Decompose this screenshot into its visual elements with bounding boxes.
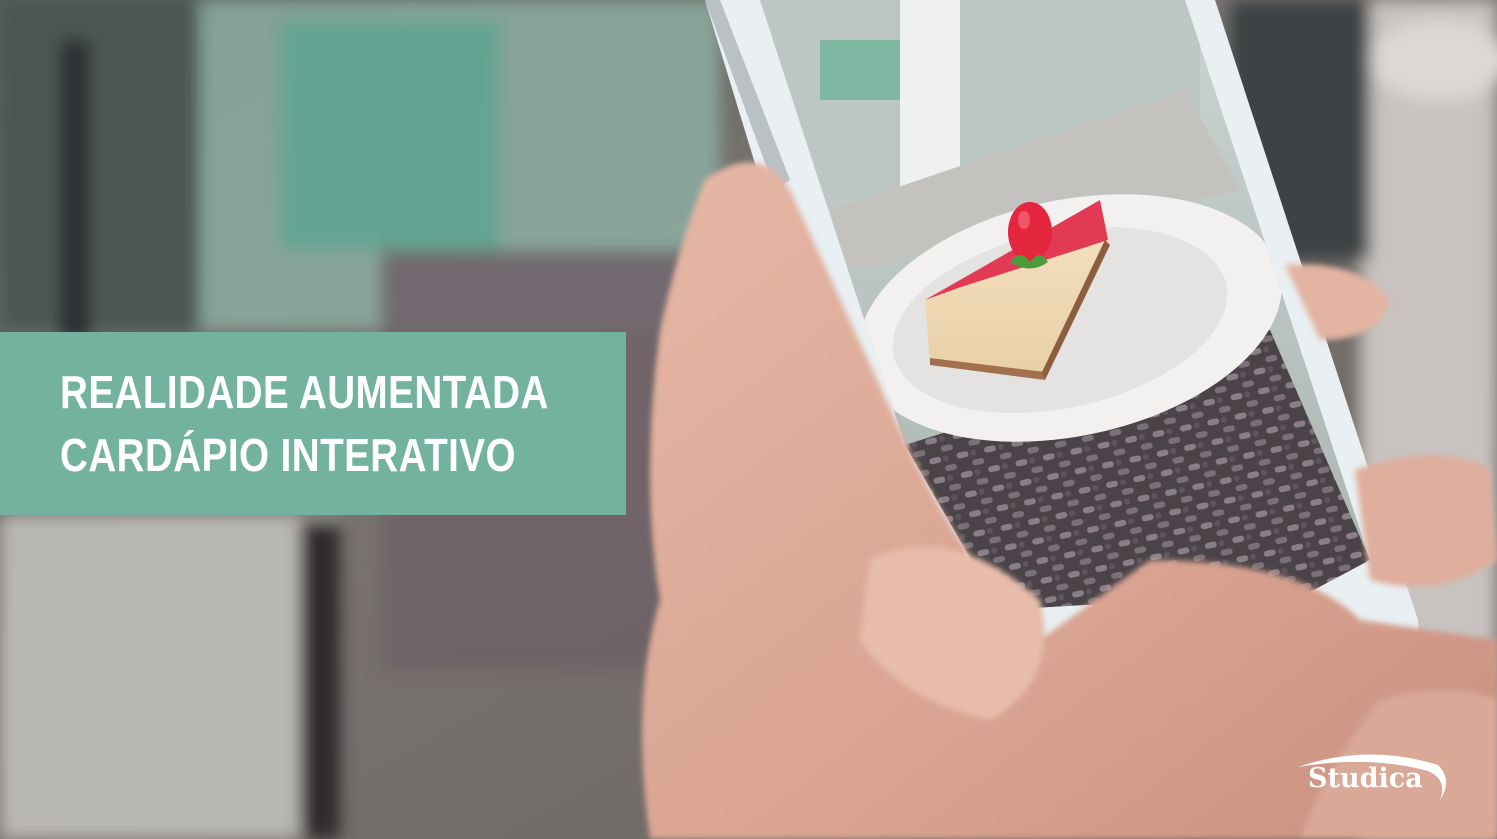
title-line-1: REALIDADE AUMENTADA bbox=[60, 366, 549, 418]
logo-text: Studica bbox=[1308, 763, 1423, 794]
title-line-2: CARDÁPIO INTERATIVO bbox=[60, 429, 516, 481]
title-banner: REALIDADE AUMENTADA CARDÁPIO INTERATIVO bbox=[0, 332, 626, 515]
studica-logo: Studica bbox=[1288, 745, 1458, 815]
